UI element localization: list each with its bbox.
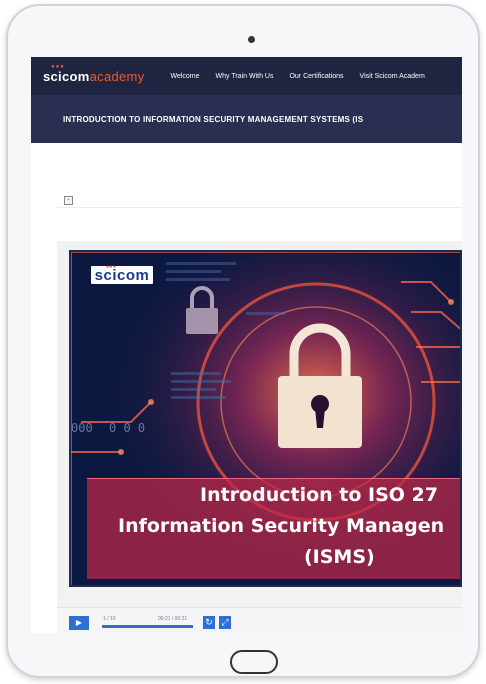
replay-button[interactable]: ↻	[203, 616, 215, 629]
slide-title-line-3: (ISMS)	[304, 546, 375, 568]
toc-toggle-button[interactable]: -	[64, 196, 73, 205]
camera-dot	[248, 36, 255, 43]
course-title-bar: INTRODUCTION TO INFORMATION SECURITY MAN…	[31, 95, 462, 143]
svg-text:0 0 0: 0 0 0	[109, 421, 145, 435]
nav-menu: Welcome Why Train With Us Our Certificat…	[170, 73, 440, 80]
top-navbar: ●●● scicomacademy Welcome Why Train With…	[31, 57, 462, 95]
fullscreen-button[interactable]: ⤢	[219, 616, 231, 629]
course-title: INTRODUCTION TO INFORMATION SECURITY MAN…	[63, 114, 364, 124]
logo-main-text: scicom	[43, 68, 90, 84]
slide-counter: 1 / 10	[103, 616, 116, 622]
slide-scicom-logo: ●●● scicom	[91, 264, 153, 284]
nav-visit-academy[interactable]: Visit Scicom Academ	[360, 73, 425, 80]
divider	[57, 207, 462, 208]
slide-title-line-1: Introduction to ISO 27	[200, 484, 438, 506]
slide-logo-dots-icon: ●●●	[106, 264, 117, 270]
play-button[interactable]: ▶	[69, 616, 89, 630]
nav-why-train[interactable]: Why Train With Us	[216, 73, 274, 80]
logo-dots-icon: ●●●	[51, 63, 65, 70]
slide-viewport: 000 0 0 0 ●●● scicom Introduction to ISO…	[69, 250, 462, 587]
play-icon: ▶	[75, 618, 83, 627]
logo-accent-text: academy	[89, 68, 145, 84]
fullscreen-icon: ⤢	[221, 617, 229, 627]
nav-certifications[interactable]: Our Certifications	[289, 73, 343, 80]
nav-welcome[interactable]: Welcome	[170, 73, 199, 80]
time-display: 00:21 / 00:21	[158, 616, 188, 622]
progress-bar[interactable]	[102, 625, 193, 628]
replay-icon: ↻	[205, 617, 213, 627]
svg-text:000: 000	[71, 421, 93, 435]
slide-logo-text: scicom	[94, 266, 150, 284]
slide-title-line-2: Information Security Managen	[118, 515, 445, 537]
home-button[interactable]	[230, 650, 278, 674]
player-controls: ▶ 1 / 10 00:21 / 00:21 ↻ ⤢	[57, 607, 462, 634]
scicom-academy-logo[interactable]: ●●● scicomacademy	[43, 64, 145, 84]
